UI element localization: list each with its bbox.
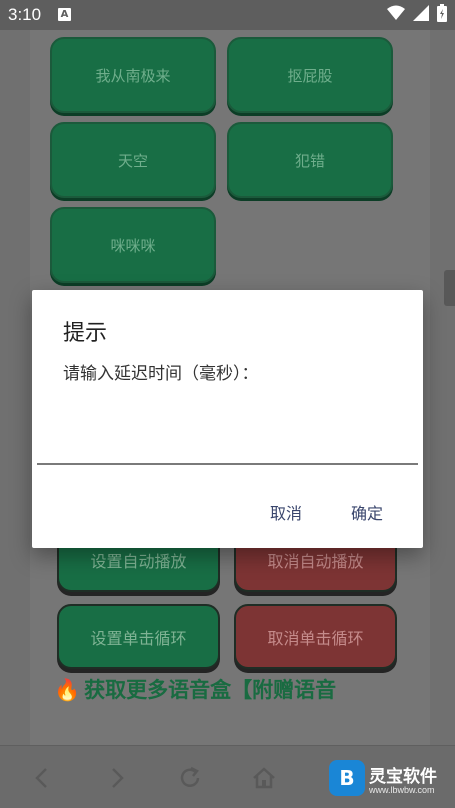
battery-icon — [437, 4, 447, 26]
cancel-auto-play-label: 取消自动播放 — [267, 551, 364, 571]
sound-button-label: 我从南极来 — [95, 66, 171, 85]
side-drawer-handle[interactable] — [444, 270, 455, 306]
forward-icon[interactable] — [102, 764, 130, 792]
watermark-logo-icon: B — [329, 760, 365, 796]
sound-button[interactable]: 我从南极来 — [50, 37, 216, 113]
watermark-url: www.lbwbw.com — [369, 785, 435, 795]
sound-button-label: 咪咪咪 — [110, 236, 156, 255]
sound-button-label: 犯错 — [294, 151, 325, 170]
sound-button-label: 天空 — [117, 151, 148, 170]
dialog-ok-button[interactable]: 确定 — [351, 500, 383, 524]
status-time: 3:10 — [8, 5, 42, 24]
watermark: B 灵宝软件 www.lbwbw.com — [329, 760, 447, 800]
set-single-loop-label: 设置单击循环 — [90, 628, 187, 648]
dialog-cancel-button[interactable]: 取消 — [270, 500, 302, 524]
delay-input[interactable] — [37, 420, 418, 465]
cancel-single-loop-button[interactable]: 取消单击循环 — [234, 604, 397, 669]
cancel-single-loop-label: 取消单击循环 — [267, 628, 364, 648]
sound-button[interactable]: 犯错 — [227, 122, 393, 198]
screen: 3:10 A 我从南极来 抠屁股 天空 犯错 咪咪咪 设置自动播放 取消自动播放… — [0, 0, 455, 808]
more-voice-text: 获取更多语音盒【附赠语音 — [84, 678, 337, 702]
set-auto-play-label: 设置自动播放 — [90, 551, 187, 571]
signal-icon — [413, 5, 429, 25]
dialog-title: 提示 — [63, 321, 108, 346]
sound-button[interactable]: 天空 — [50, 122, 216, 198]
sound-button[interactable]: 抠屁股 — [227, 37, 393, 113]
wifi-icon — [387, 5, 405, 25]
sound-button[interactable]: 咪咪咪 — [50, 207, 216, 283]
sound-button-label: 抠屁股 — [287, 66, 333, 85]
more-voice-link[interactable]: 🔥 获取更多语音盒【附赠语音 — [54, 674, 336, 704]
status-bar: 3:10 A — [0, 0, 455, 30]
watermark-name: 灵宝软件 — [369, 767, 437, 787]
home-icon[interactable] — [250, 764, 278, 792]
notification-badge: A — [58, 8, 71, 21]
status-icons — [387, 4, 447, 26]
refresh-icon[interactable] — [176, 764, 204, 792]
fire-icon: 🔥 — [54, 678, 81, 702]
back-icon[interactable] — [29, 764, 57, 792]
dialog-message: 请输入延迟时间（毫秒）： — [63, 364, 259, 384]
delay-input-dialog: 提示 请输入延迟时间（毫秒）： 取消 确定 — [32, 290, 423, 548]
set-single-loop-button[interactable]: 设置单击循环 — [57, 604, 220, 669]
